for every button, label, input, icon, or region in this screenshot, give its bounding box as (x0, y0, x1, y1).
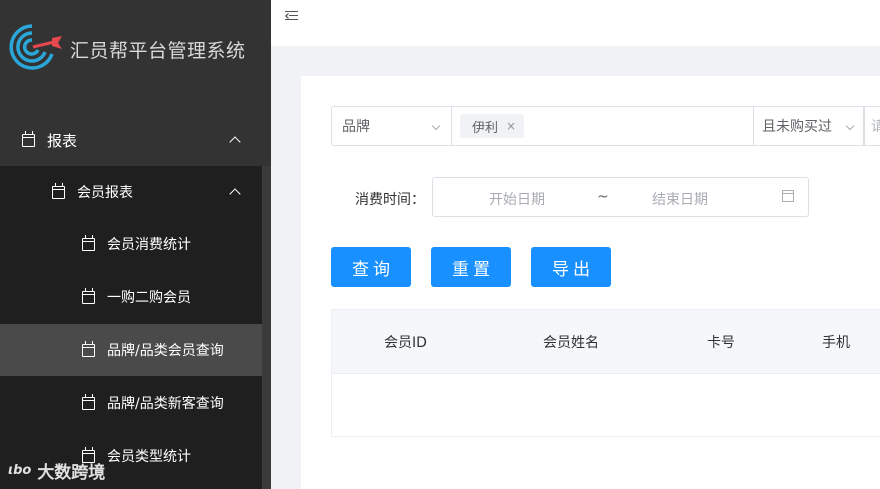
sidebar-item-label: 品牌/品类会员查询 (107, 343, 224, 359)
chevron-down-icon (431, 121, 441, 131)
calendar-icon (82, 340, 95, 357)
calendar-icon (82, 234, 95, 251)
sidebar-item-brand-new-customer-query[interactable]: 品牌/品类新客查询 (0, 377, 262, 429)
sidebar-item-member-reports[interactable]: 会员报表 (0, 166, 271, 218)
brand: 汇员帮平台管理系统 (0, 0, 271, 95)
sidebar-item-label: 一购二购会员 (107, 290, 191, 306)
results-table: 会员ID 会员姓名 卡号 手机 (331, 309, 880, 437)
chevron-down-icon (845, 121, 855, 131)
column-header-member-id[interactable]: 会员ID (384, 332, 427, 352)
condition-select-value: 且未购买过 (762, 119, 832, 135)
reset-button[interactable]: 重置 (431, 247, 511, 287)
calendar-icon (52, 182, 65, 199)
condition-select[interactable]: 且未购买过 (753, 106, 864, 146)
extra-select-placeholder: 请 (871, 116, 880, 136)
chevron-up-icon (229, 188, 241, 200)
sidebar: 汇员帮平台管理系统 报表 会员报表 会员消费统计 一购二购会员 品牌/品类会员查… (0, 0, 271, 489)
sidebar-item-label: 会员报表 (77, 185, 133, 201)
watermark-logo: ιbo (8, 463, 32, 478)
brand-select-value: 品牌 (342, 119, 370, 135)
sidebar-item-label: 品牌/品类新客查询 (107, 396, 224, 412)
main-content: 品牌 伊利 × 且未购买过 请 消费时间： 开始日期 ~ 结束日期 查询 重置 … (301, 76, 880, 489)
column-header-card-number[interactable]: 卡号 (707, 332, 735, 352)
calendar-icon (22, 130, 35, 147)
app-title: 汇员帮平台管理系统 (70, 40, 246, 62)
target-logo-icon (9, 24, 62, 70)
watermark: ιbo 大数跨境 (8, 458, 105, 483)
sidebar-item-reports[interactable]: 报表 (0, 114, 271, 166)
menu-collapse-icon[interactable] (285, 10, 298, 22)
column-header-member-name[interactable]: 会员姓名 (543, 332, 599, 352)
sidebar-item-first-second-purchase[interactable]: 一购二购会员 (0, 271, 262, 323)
query-button[interactable]: 查询 (331, 247, 411, 287)
sidebar-item-brand-member-query[interactable]: 品牌/品类会员查询 (0, 324, 262, 376)
calendar-icon (82, 287, 95, 304)
close-icon[interactable]: × (506, 119, 516, 133)
column-header-phone[interactable]: 手机 (822, 332, 850, 352)
table-header: 会员ID 会员姓名 卡号 手机 (332, 310, 880, 374)
sidebar-item-label: 会员消费统计 (107, 237, 191, 253)
range-separator: ~ (597, 189, 609, 205)
watermark-text: 大数跨境 (37, 463, 106, 483)
selected-tag: 伊利 × (460, 114, 525, 138)
brand-tag-select[interactable]: 伊利 × (452, 106, 755, 146)
sidebar-item-label: 报表 (47, 131, 78, 150)
consume-time-label: 消费时间： (355, 192, 425, 208)
sidebar-item-member-consumption-stats[interactable]: 会员消费统计 (0, 218, 262, 270)
top-bar (271, 0, 880, 46)
export-button[interactable]: 导出 (531, 247, 611, 287)
sidebar-item-label: 会员类型统计 (107, 449, 191, 465)
calendar-icon[interactable] (782, 190, 794, 202)
extra-select[interactable]: 请 (864, 106, 880, 146)
start-date-input[interactable]: 开始日期 (489, 189, 545, 209)
calendar-icon (82, 393, 95, 410)
brand-select[interactable]: 品牌 (331, 106, 452, 146)
tag-label: 伊利 (472, 120, 499, 136)
chevron-up-icon (229, 136, 241, 148)
end-date-input[interactable]: 结束日期 (652, 189, 708, 209)
date-range-picker[interactable]: 开始日期 ~ 结束日期 (432, 177, 809, 217)
